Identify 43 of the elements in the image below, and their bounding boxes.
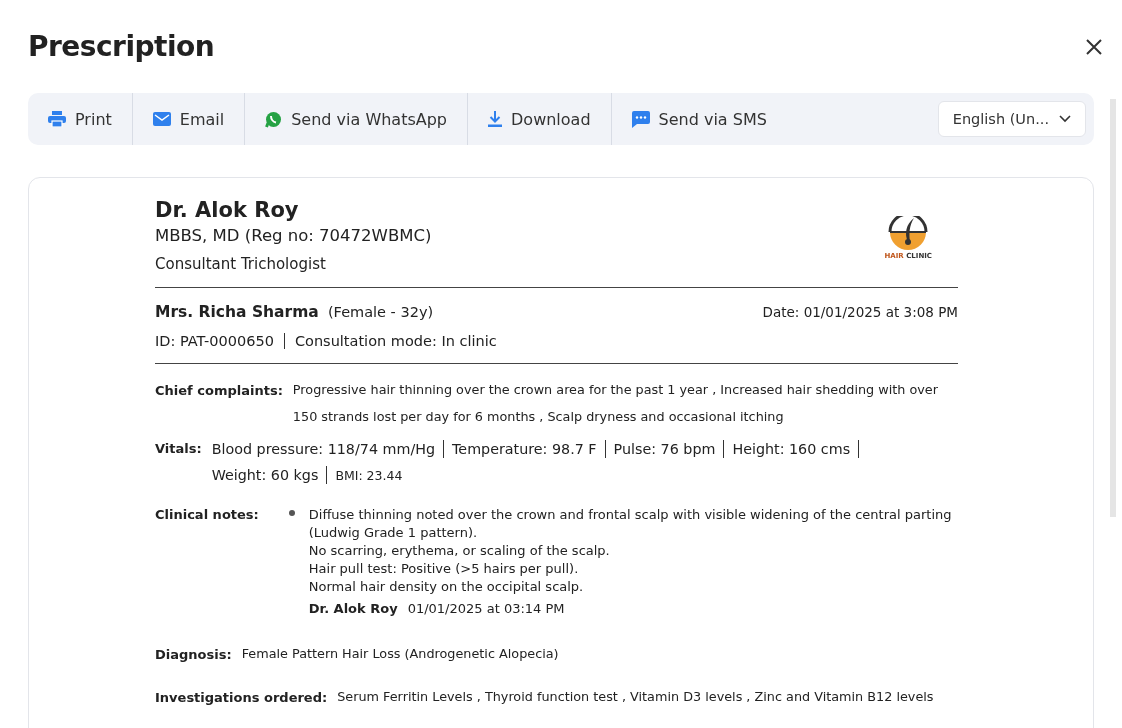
- vital-value: Weight: 60 kgs: [211, 466, 328, 484]
- scrollbar[interactable]: [1110, 99, 1116, 517]
- note-text: Normal hair density on the occipital scalp.: [308, 578, 585, 596]
- vital-value: Pulse: 76 bpm: [613, 440, 725, 458]
- patient-name: Mrs. Richa Sharma: [155, 303, 319, 321]
- chat-bubble-icon: [265, 110, 283, 128]
- modal-title: Prescription: [28, 30, 215, 63]
- printer-icon: [48, 111, 66, 127]
- patient-details: (Female - 32y): [327, 304, 434, 320]
- patient-id: ID: PAT-0000650: [155, 333, 285, 349]
- toolbar-button[interactable]: Send via SMS: [610, 93, 787, 145]
- section-label: Investigations ordered:: [155, 689, 328, 707]
- investigations-text: Serum Ferritin Levels , Thyroid function test , Vitamin D3 levels , Zinc and Vitamin B12 levels: [337, 688, 934, 706]
- note-text: No scarring, erythema, or scaling of the scalp.: [308, 542, 611, 560]
- language-dropdown[interactable]: English (Un...: [937, 101, 1086, 137]
- toolbar-button[interactable]: Print: [28, 93, 132, 145]
- toolbar-button[interactable]: Download: [467, 93, 611, 145]
- section-label: Chief complaints:: [155, 382, 283, 400]
- toolbar-button[interactable]: Send via WhatsApp: [244, 93, 468, 145]
- download-icon: [488, 111, 503, 127]
- envelope-icon: [152, 112, 171, 126]
- vital-value: Height: 160 cms: [732, 440, 860, 458]
- consultation-mode: Consultation mode: In clinic: [294, 333, 497, 349]
- note-text: Hair pull test: Positive (>5 hairs per pull).: [308, 560, 580, 578]
- doctor-name: Dr. Alok Roy: [155, 198, 300, 222]
- section-label: Clinical notes:: [155, 506, 259, 524]
- section-label: Vitals:: [155, 440, 202, 458]
- chevron-down-icon: [1059, 115, 1071, 123]
- vital-value: Temperature: 98.7 F: [452, 440, 606, 458]
- note-text: Diffuse thinning noted over the crown and frontal scalp with visible widening of the central parting (Ludwig Grade 1 pattern).: [308, 506, 953, 542]
- note-time: 01/01/2025 at 03:14 PM: [407, 601, 565, 616]
- diagnosis-text: Female Pattern Hair Loss (Androgenetic Alopecia): [241, 645, 559, 663]
- toolbar-button[interactable]: Email: [131, 93, 245, 145]
- doctor-role: Consultant Trichologist: [155, 255, 327, 273]
- complaints-text: Progressive hair thinning over the crown area for the past 1 year , Increased hair shedding with over 150 strands lost per day for 6 months , Scalp dryness and occasional itching: [292, 381, 939, 426]
- doctor-qualification: MBBS, MD (Reg no: 70472WBMC): [155, 226, 432, 245]
- bullet-icon: [288, 510, 295, 516]
- prescription-date: Date: 01/01/2025 at 3:08 PM: [762, 304, 958, 320]
- vital-value: Blood pressure: 118/74 mm/Hg: [211, 440, 445, 458]
- note-author: Dr. Alok Roy: [308, 601, 398, 616]
- vital-value: BMI: 23.44: [335, 467, 404, 485]
- section-label: Diagnosis:: [155, 646, 232, 664]
- message-icon: [631, 110, 650, 128]
